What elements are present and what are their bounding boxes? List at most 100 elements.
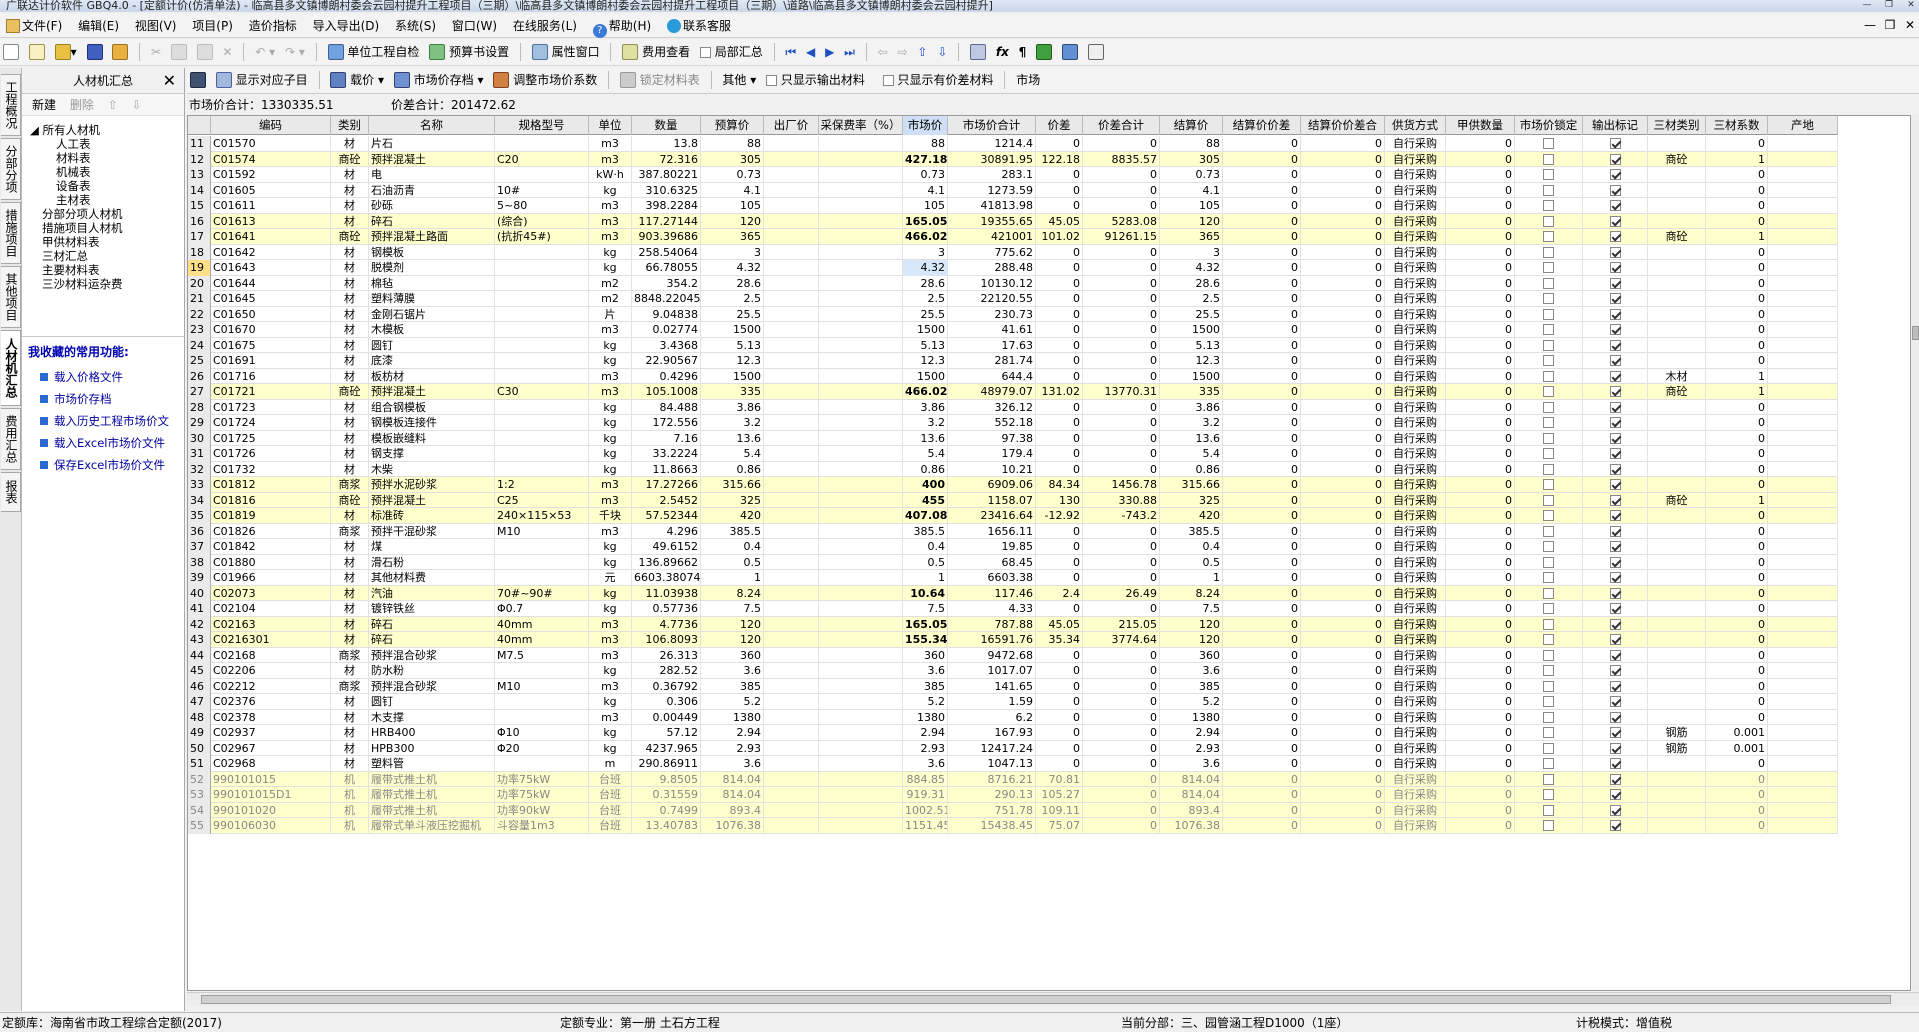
settle-diff-cell[interactable]: 0: [1223, 756, 1301, 772]
three-material-cell[interactable]: [1648, 771, 1706, 787]
checkbox-icon[interactable]: [1543, 138, 1554, 149]
market-price-cell[interactable]: 165.05: [903, 213, 948, 229]
output-mark-checkbox[interactable]: [1583, 492, 1648, 508]
diff-cell[interactable]: 105.27: [1036, 787, 1083, 803]
row-number[interactable]: 25: [188, 353, 211, 369]
spec-cell[interactable]: M10: [495, 523, 589, 539]
diff-total-cell[interactable]: 0: [1083, 368, 1160, 384]
price-lock-checkbox[interactable]: [1515, 647, 1583, 663]
vertical-scrollbar[interactable]: [1912, 115, 1919, 991]
supply-mode-cell[interactable]: 自行采购: [1385, 430, 1446, 446]
quantity-cell[interactable]: 290.86911: [632, 756, 701, 772]
code-cell[interactable]: C01644: [211, 275, 331, 291]
spec-cell[interactable]: Φ0.7: [495, 601, 589, 617]
diff-cell[interactable]: 0: [1036, 167, 1083, 183]
three-coef-cell[interactable]: 0: [1706, 446, 1768, 462]
settle-price-cell[interactable]: 315.66: [1160, 477, 1223, 493]
settle-price-cell[interactable]: 3: [1160, 244, 1223, 260]
origin-cell[interactable]: [1768, 399, 1838, 415]
market-total-cell[interactable]: 41813.98: [948, 198, 1036, 214]
column-header[interactable]: 预算价: [701, 116, 764, 135]
settle-diff-total-cell[interactable]: 0: [1301, 368, 1385, 384]
quantity-cell[interactable]: 4.296: [632, 523, 701, 539]
quantity-cell[interactable]: 106.8093: [632, 632, 701, 648]
settle-price-cell[interactable]: 8.24: [1160, 585, 1223, 601]
settle-price-cell[interactable]: 335: [1160, 384, 1223, 400]
factory-price-cell[interactable]: [764, 322, 819, 338]
checkbox-icon[interactable]: [1543, 417, 1554, 428]
output-mark-checkbox[interactable]: [1583, 709, 1648, 725]
three-coef-cell[interactable]: 0: [1706, 291, 1768, 307]
market-price-cell[interactable]: 4.1: [903, 182, 948, 198]
self-check-button[interactable]: 单位工程自检: [325, 40, 423, 64]
diff-cell[interactable]: 84.34: [1036, 477, 1083, 493]
market-total-cell[interactable]: 41.61: [948, 322, 1036, 338]
settle-price-cell[interactable]: 5.2: [1160, 694, 1223, 710]
origin-cell[interactable]: [1768, 663, 1838, 679]
price-lock-checkbox[interactable]: [1515, 756, 1583, 772]
settle-diff-cell[interactable]: 0: [1223, 492, 1301, 508]
settle-diff-cell[interactable]: 0: [1223, 229, 1301, 245]
unit-cell[interactable]: m3: [589, 678, 632, 694]
category-cell[interactable]: 材: [331, 399, 369, 415]
owner-qty-cell[interactable]: 0: [1446, 508, 1515, 524]
factory-price-cell[interactable]: [764, 539, 819, 555]
fee-rate-cell[interactable]: [819, 182, 903, 198]
three-material-cell[interactable]: 商砼: [1648, 229, 1706, 245]
diff-total-cell[interactable]: 0: [1083, 446, 1160, 462]
output-mark-checkbox[interactable]: [1583, 756, 1648, 772]
factory-price-cell[interactable]: [764, 740, 819, 756]
column-header[interactable]: 市场价锁定: [1515, 116, 1583, 135]
market-total-cell[interactable]: 179.4: [948, 446, 1036, 462]
code-cell[interactable]: C01642: [211, 244, 331, 260]
quantity-cell[interactable]: 0.00449: [632, 709, 701, 725]
column-header[interactable]: 三材类别: [1648, 116, 1706, 135]
three-coef-cell[interactable]: 0: [1706, 694, 1768, 710]
budget-price-cell[interactable]: 814.04: [701, 771, 764, 787]
diff-cell[interactable]: 0: [1036, 337, 1083, 353]
tab-other-items[interactable]: 其他项目: [1, 266, 21, 328]
three-coef-cell[interactable]: 0: [1706, 353, 1768, 369]
checkbox-icon[interactable]: [1543, 556, 1554, 568]
quantity-cell[interactable]: 0.4296: [632, 368, 701, 384]
name-cell[interactable]: 预拌混合砂浆: [369, 678, 495, 694]
market-total-cell[interactable]: 326.12: [948, 399, 1036, 415]
checkbox-icon[interactable]: [1543, 324, 1554, 335]
category-cell[interactable]: 材: [331, 167, 369, 183]
settle-price-cell[interactable]: 360: [1160, 647, 1223, 663]
budget-price-cell[interactable]: 3.86: [701, 399, 764, 415]
quantity-cell[interactable]: 398.2284: [632, 198, 701, 214]
price-lock-checkbox[interactable]: [1515, 663, 1583, 679]
settle-diff-total-cell[interactable]: 0: [1301, 740, 1385, 756]
checkbox-icon[interactable]: [1543, 169, 1554, 180]
settle-diff-total-cell[interactable]: 0: [1301, 709, 1385, 725]
table-row[interactable]: 14 C01605 材石油沥青 10# kg 310.6325 4.1 4.1 1273.59 0…: [188, 182, 1838, 198]
name-cell[interactable]: 预拌混合砂浆: [369, 647, 495, 663]
origin-cell[interactable]: [1768, 477, 1838, 493]
output-mark-checkbox[interactable]: [1583, 787, 1648, 803]
spec-cell[interactable]: [495, 446, 589, 462]
quantity-cell[interactable]: 258.54064: [632, 244, 701, 260]
row-number[interactable]: 30: [188, 430, 211, 446]
quantity-cell[interactable]: 84.488: [632, 399, 701, 415]
only-output-toggle[interactable]: 只显示输出材料: [763, 68, 868, 92]
unit-cell[interactable]: m3: [589, 213, 632, 229]
budget-price-cell[interactable]: 335: [701, 384, 764, 400]
factory-price-cell[interactable]: [764, 570, 819, 586]
image-button[interactable]: [1059, 40, 1081, 64]
category-cell[interactable]: 材: [331, 709, 369, 725]
three-coef-cell[interactable]: 0: [1706, 275, 1768, 291]
owner-qty-cell[interactable]: 0: [1446, 678, 1515, 694]
supply-mode-cell[interactable]: 自行采购: [1385, 291, 1446, 307]
checkbox-icon[interactable]: [1609, 634, 1621, 645]
price-lock-checkbox[interactable]: [1515, 275, 1583, 291]
budget-price-cell[interactable]: 3.2: [701, 415, 764, 431]
category-cell[interactable]: 材: [331, 306, 369, 322]
market-price-cell[interactable]: 28.6: [903, 275, 948, 291]
settle-price-cell[interactable]: 305: [1160, 151, 1223, 167]
doc-close-icon[interactable]: ✕: [1902, 18, 1918, 32]
table-row[interactable]: 23 C01670 材木模板 m3 0.02774 1500 1500 41.61 0 0 1500…: [188, 322, 1838, 338]
quantity-cell[interactable]: 9.04838: [632, 306, 701, 322]
table-row[interactable]: 40 C02073 材汽油 70#~90# kg 11.03938 8.24 10.64 117…: [188, 585, 1838, 601]
origin-cell[interactable]: [1768, 508, 1838, 524]
